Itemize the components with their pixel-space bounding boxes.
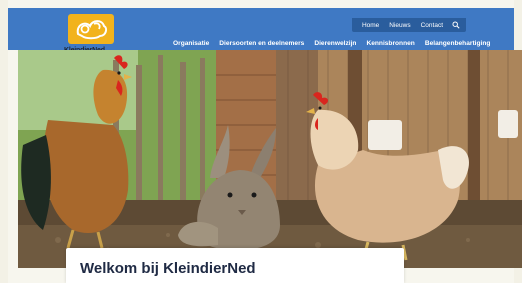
nav-item-organisatie[interactable]: Organisatie: [168, 40, 214, 47]
hero-image: [18, 50, 522, 268]
topbar-link-contact[interactable]: Contact: [417, 22, 447, 29]
nav-item-dierenwelzijn[interactable]: Dierenwelzijn: [309, 40, 361, 47]
topbar-link-home[interactable]: Home: [358, 22, 383, 29]
main-navigation: Organisatie Diersoorten en deelnemers Di…: [168, 40, 495, 47]
search-icon[interactable]: [452, 21, 460, 29]
welcome-card: Welkom bij KleindierNed: [66, 248, 404, 283]
nav-item-kennisbronnen[interactable]: Kennisbronnen: [361, 40, 419, 47]
nav-item-belangenbehartiging[interactable]: Belangenbehartiging: [420, 40, 496, 47]
welcome-title: Welkom bij KleindierNed: [80, 260, 256, 277]
logo-icon: [68, 14, 114, 44]
topbar-link-nieuws[interactable]: Nieuws: [385, 22, 414, 29]
nav-item-diersoorten[interactable]: Diersoorten en deelnemers: [214, 40, 309, 47]
top-utility-bar: Home Nieuws Contact: [351, 18, 466, 32]
